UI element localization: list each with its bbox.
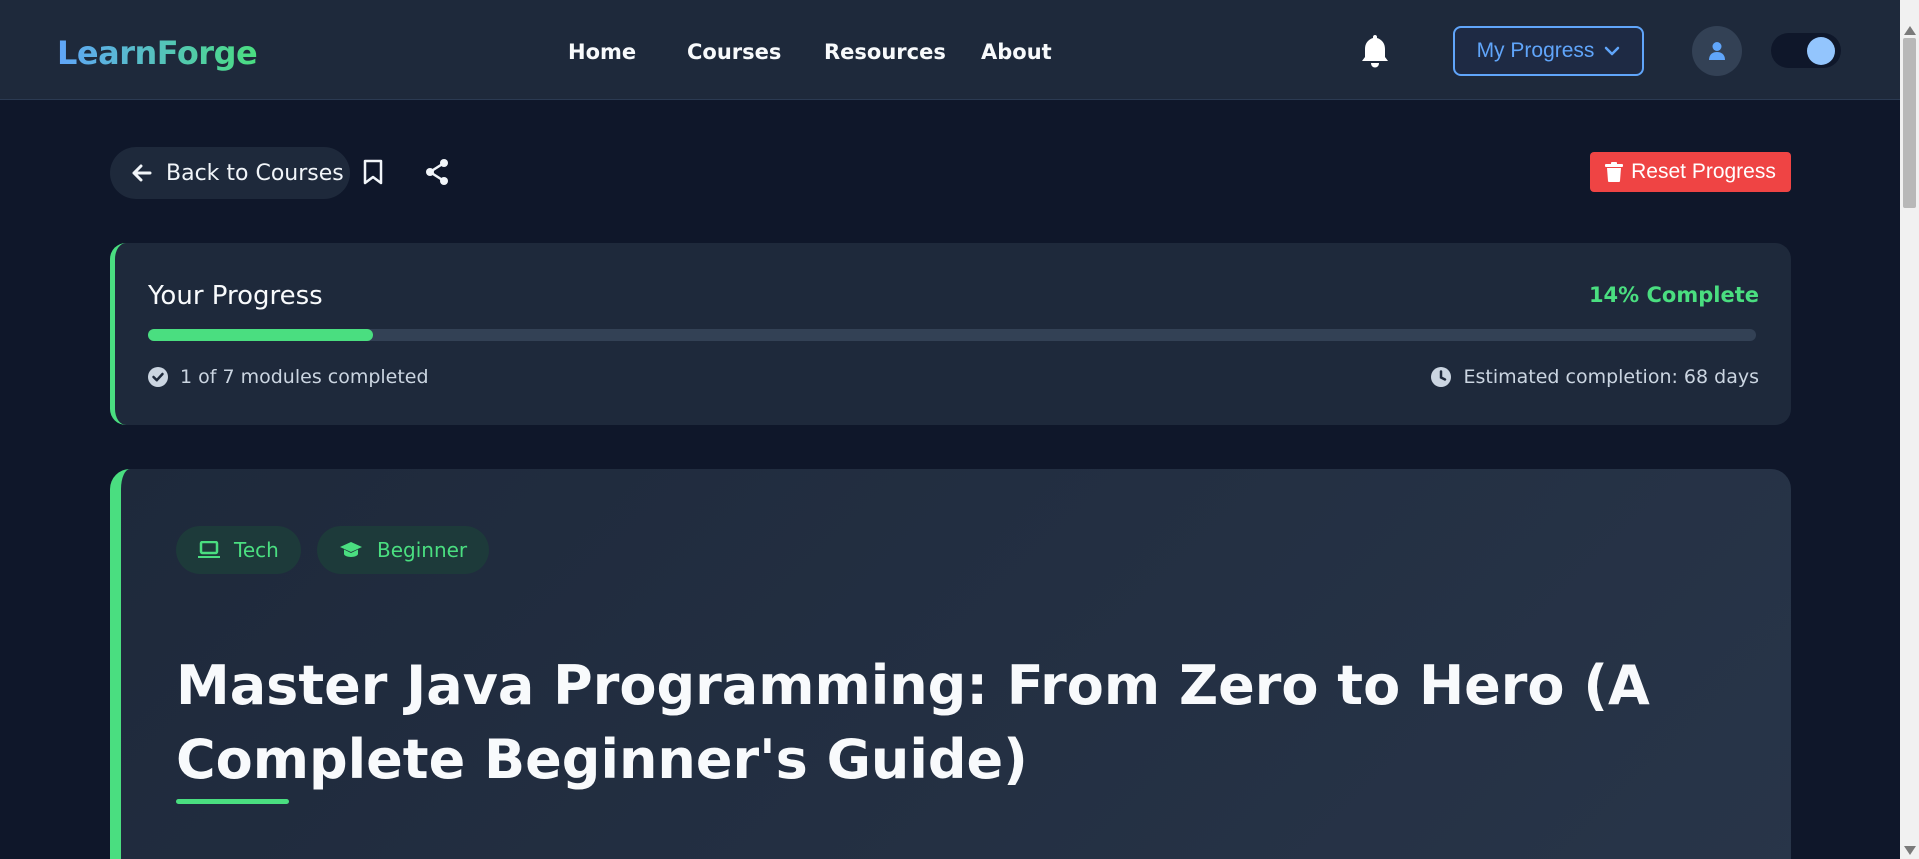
back-to-courses-button[interactable]: Back to Courses [110,147,350,199]
tag-tech-label: Tech [234,538,279,562]
user-avatar-button[interactable] [1692,26,1742,76]
nav-link-courses[interactable]: Courses [687,40,781,64]
course-card: Tech Beginner Master Java Programming: F… [110,469,1791,859]
modules-completed-label: 1 of 7 modules completed [180,366,429,388]
bookmark-icon[interactable] [362,158,384,186]
estimated-completion-label: Estimated completion: 68 days [1463,366,1759,388]
progress-percent: 14% Complete [1588,283,1759,307]
reset-progress-label: Reset Progress [1631,160,1776,183]
tag-beginner-label: Beginner [377,538,468,562]
reset-progress-button[interactable]: Reset Progress [1590,152,1791,192]
progress-bar [148,329,1756,341]
user-icon [1709,42,1725,60]
progress-bar-fill [148,329,374,341]
title-underline [176,799,289,804]
clock-icon [1431,367,1452,387]
scroll-up-arrow-icon[interactable] [1904,26,1916,35]
page-scrollbar[interactable] [1900,0,1919,859]
top-navbar: LearnForge Home Courses Resources About … [0,0,1900,100]
arrow-left-icon [132,164,152,182]
trash-icon [1605,162,1624,182]
progress-card: Your Progress 14% Complete 1 of 7 module… [110,243,1791,425]
nav-link-home[interactable]: Home [568,40,636,64]
tag-beginner[interactable]: Beginner [317,526,490,574]
brand-logo[interactable]: LearnForge [57,34,258,72]
my-progress-label: My Progress [1476,39,1595,62]
course-title: Master Java Programming: From Zero to He… [176,654,1650,791]
tag-tech[interactable]: Tech [176,526,301,574]
scroll-down-arrow-icon[interactable] [1904,846,1916,855]
chevron-down-icon [1605,46,1620,56]
laptop-icon [198,541,220,558]
progress-title: Your Progress [148,281,323,311]
check-circle-icon [148,367,168,387]
back-to-courses-label: Back to Courses [166,160,344,186]
bell-icon[interactable] [1360,33,1390,69]
toggle-knob [1807,37,1835,65]
scrollbar-thumb[interactable] [1903,38,1916,208]
share-icon[interactable] [424,158,450,186]
my-progress-button[interactable]: My Progress [1453,26,1644,76]
nav-link-resources[interactable]: Resources [824,40,946,64]
theme-toggle[interactable] [1771,33,1841,68]
estimated-completion: Estimated completion: 68 days [1431,366,1759,388]
nav-link-about[interactable]: About [981,40,1052,64]
graduation-cap-icon [340,542,362,557]
modules-completed: 1 of 7 modules completed [148,366,429,388]
